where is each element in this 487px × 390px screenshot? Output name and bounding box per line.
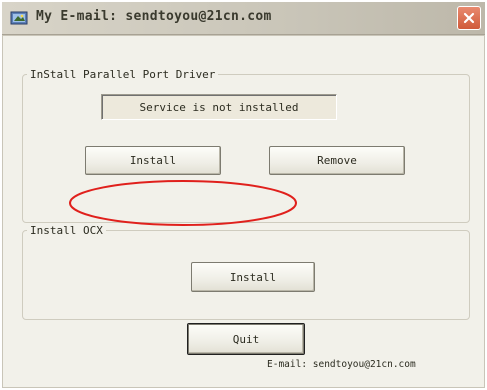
- window-title: My E-mail: sendtoyou@21cn.com: [36, 9, 272, 24]
- install-ocx-button[interactable]: Install: [191, 262, 315, 292]
- install-ocx-legend: Install OCX: [30, 224, 103, 237]
- install-driver-button[interactable]: Install: [85, 146, 221, 175]
- footer-email-text: E-mail: sendtoyou@21cn.com: [267, 359, 416, 370]
- app-window-icon: [10, 10, 28, 26]
- title-bar[interactable]: My E-mail: sendtoyou@21cn.com: [2, 2, 485, 35]
- remove-driver-button[interactable]: Remove: [269, 146, 405, 175]
- service-status-field: Service is not installed: [101, 94, 337, 120]
- close-button[interactable]: [457, 6, 481, 30]
- close-icon: [463, 9, 475, 28]
- quit-button[interactable]: Quit: [187, 323, 305, 355]
- dialog-client-area: InStall Parallel Port Driver Service is …: [2, 35, 485, 388]
- parallel-port-driver-legend: InStall Parallel Port Driver: [30, 68, 216, 81]
- app-window: My E-mail: sendtoyou@21cn.com InStall Pa…: [0, 0, 487, 390]
